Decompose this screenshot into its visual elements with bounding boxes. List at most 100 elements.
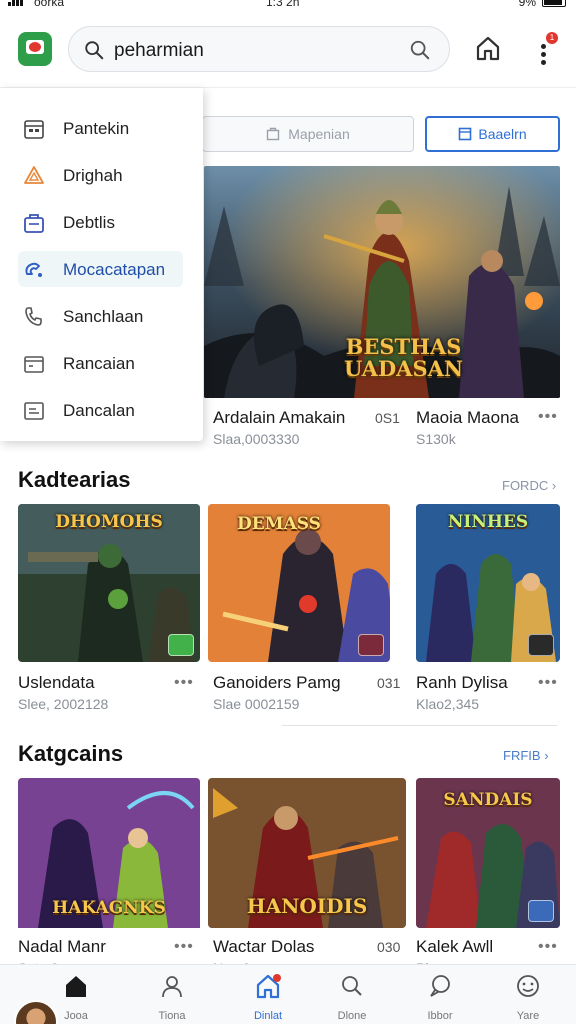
nav-item-more[interactable]: Yare — [498, 973, 558, 1024]
card-tag-icon[interactable] — [358, 634, 384, 656]
card-tag-icon[interactable] — [168, 634, 194, 656]
nav-item-messages[interactable]: Ibbor — [410, 973, 470, 1024]
drawer-item-label: Sanchlaan — [63, 307, 144, 326]
card-title: Uslendata — [18, 673, 95, 692]
game-card-art-title: NINHES — [447, 512, 529, 532]
drawer-item-label: Rancaian — [63, 354, 135, 373]
section-see-all-link[interactable]: FORDC › — [502, 478, 556, 493]
nav-item-label: Dinlat — [253, 1010, 283, 1022]
section-see-all-label: FRFIB — [503, 748, 541, 763]
drawer-item-label: Mocacatapan — [63, 260, 166, 279]
home-icon[interactable] — [474, 34, 502, 62]
nav-item-search[interactable]: Dlone — [322, 973, 382, 1024]
more-options-icon[interactable]: ••• — [538, 938, 558, 956]
search-input[interactable]: peharmian — [114, 40, 204, 62]
battery-icon — [542, 0, 566, 7]
app-logo[interactable] — [18, 32, 52, 66]
card-title: Kalek Awll — [416, 937, 494, 956]
clock: 1:3 2ñ — [266, 0, 300, 9]
nav-item-label: Dlone — [337, 1010, 367, 1022]
game-card[interactable]: HAKAGNKS — [18, 778, 200, 936]
hero-left-count: 0S1 — [375, 410, 400, 426]
card-title: Nadal Manr — [18, 937, 106, 956]
section-see-all-label: FORDC — [502, 478, 549, 493]
triangle-icon — [24, 166, 44, 184]
chevron-right-icon: › — [551, 478, 557, 493]
section-see-all-link[interactable]: FRFIB › — [503, 748, 549, 763]
smiley-icon — [517, 975, 539, 997]
card-sub: Slee, 2002128 — [18, 696, 109, 712]
status-bar: oorka 1:3 2ñ 9% — [0, 0, 576, 14]
game-card[interactable]: NINHES — [416, 504, 560, 662]
nav-item-label: Yare — [516, 1010, 540, 1022]
game-card-art-title: DEMASS — [237, 514, 321, 534]
drawer-item-5[interactable]: Sanchlaan — [0, 298, 203, 334]
more-options-icon[interactable]: ••• — [538, 674, 558, 692]
primary-button-label: Baaelrn — [478, 126, 527, 142]
hero-art-title-line1: BESTHAS — [345, 334, 462, 359]
hero-banner[interactable]: BESTHAS UADASAN — [204, 166, 560, 398]
more-menu-icon[interactable]: 1 — [532, 32, 558, 66]
drawer-item-6[interactable]: Rancaian — [0, 345, 203, 381]
more-options-icon[interactable]: ••• — [538, 408, 558, 426]
bottom-navigation: Jooa Tiona Dinlat Dlone Ibbor Yare — [0, 964, 576, 1024]
carrier-name: oorka — [34, 0, 65, 9]
home-badge-icon — [256, 974, 281, 999]
more-options-icon[interactable]: ••• — [174, 938, 194, 956]
drawer-item-3[interactable]: Debtlis — [0, 204, 203, 240]
card-sub: Klao2,345 — [416, 696, 480, 712]
card-sub: Slae 0002159 — [213, 696, 300, 712]
bag-icon — [267, 127, 280, 141]
card-count: 031 — [377, 675, 401, 691]
chat-icon — [430, 975, 450, 997]
card-meta: Ganoiders Pamg Slae 0002159 — [213, 673, 341, 712]
primary-button[interactable]: Baaelrn — [425, 116, 560, 152]
card-tag-icon[interactable] — [528, 900, 554, 922]
search-bar[interactable]: peharmian — [68, 26, 450, 72]
nav-item-label: Tiona — [158, 1010, 186, 1022]
hero-left-sub: Slaa,0003330 — [213, 431, 300, 447]
hero-art-title: BESTHAS UADASAN — [344, 336, 463, 380]
card-tag-icon[interactable] — [528, 634, 554, 656]
drawer-item-2[interactable]: Drighah — [0, 157, 203, 193]
calendar-icon — [24, 120, 44, 139]
search-icon — [85, 41, 104, 60]
nav-item-label: Ibbor — [427, 1010, 453, 1022]
outline-button-label: Mapenian — [288, 126, 350, 142]
card-meta: Uslendata Slee, 2002128 — [18, 673, 108, 712]
side-drawer: Pantekin Drighah Debtlis Mocacatapan San… — [0, 88, 203, 441]
card-title: Ganoiders Pamg — [213, 673, 341, 692]
drawer-item-label: Drighah — [63, 166, 123, 185]
search-submit-icon[interactable] — [409, 39, 431, 61]
game-card[interactable]: DEMASS — [208, 504, 390, 662]
game-card-art-title: SANDAIS — [443, 790, 533, 810]
hero-right-sub: S130k — [416, 431, 456, 447]
nav-item-profile[interactable]: Tiona — [142, 973, 202, 1024]
drawer-item-label: Pantekin — [63, 119, 130, 138]
drawer-item-1[interactable]: Pantekin — [0, 110, 203, 146]
more-options-icon[interactable]: ••• — [174, 674, 194, 692]
game-card[interactable]: DHOMOHS — [18, 504, 200, 662]
card-count: 030 — [377, 939, 401, 955]
game-card[interactable]: HANOIDIS — [208, 778, 406, 928]
user-icon — [162, 976, 182, 998]
signal-icon — [8, 0, 23, 6]
game-card-art-title: DHOMOHS — [55, 512, 163, 532]
card-title: Wactar Dolas — [213, 937, 315, 956]
list-icon — [24, 402, 44, 420]
chevron-right-icon: › — [544, 748, 549, 763]
card-icon — [24, 356, 44, 373]
nav-item-discover[interactable]: Dinlat — [238, 973, 298, 1024]
filter-button-row: Mapenian Baaelrn — [200, 116, 576, 152]
drawer-item-4[interactable]: Mocacatapan — [0, 251, 203, 287]
section-title: Kadtearias — [18, 467, 131, 492]
phone-icon — [25, 307, 42, 326]
drawer-item-label: Dancalan — [63, 401, 135, 420]
phone-swirl-icon — [25, 262, 42, 277]
game-card[interactable]: SANDAIS — [416, 778, 560, 928]
card-title: Ranh Dylisa — [416, 673, 508, 692]
outline-button[interactable]: Mapenian — [202, 116, 414, 152]
game-card-art-title: HANOIDIS — [246, 894, 368, 918]
game-card-art-title: HAKAGNKS — [52, 898, 166, 918]
drawer-item-7[interactable]: Dancalan — [0, 392, 203, 428]
